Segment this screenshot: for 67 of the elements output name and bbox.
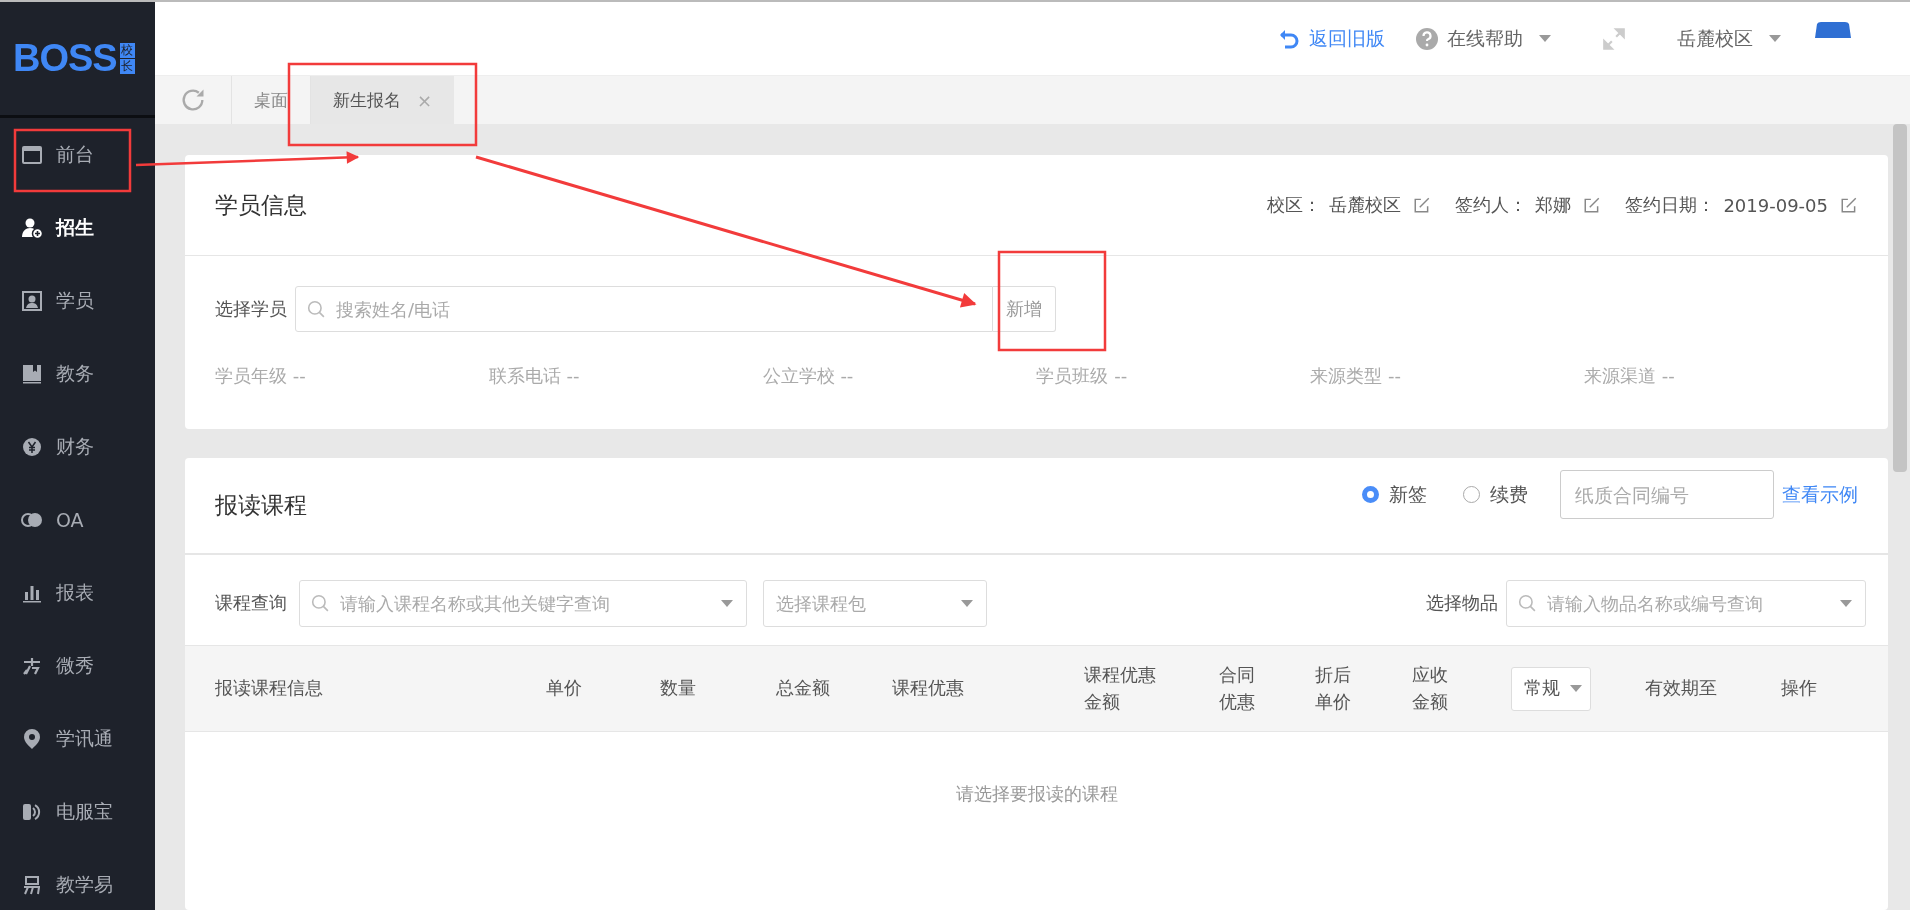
column-header: 课程优惠 <box>892 677 964 699</box>
sidebar-item[interactable]: OA <box>0 483 155 556</box>
sidebar-item[interactable]: 微秀 <box>0 629 155 702</box>
info-text: 学员班级 -- <box>1036 364 1129 388</box>
caret-icon <box>1840 599 1852 607</box>
meta-value: 2019-09-05 <box>1723 194 1828 216</box>
sidebar-item[interactable]: 教学易 <box>0 848 155 910</box>
field-label: 选择学员 <box>215 297 287 321</box>
column-header: 总金额 <box>776 677 830 699</box>
section-title: 学员信息 <box>215 190 307 220</box>
caret-icon <box>961 599 973 607</box>
course-search-field[interactable]: 请输入课程名称或其他关键字查询 <box>299 579 747 627</box>
type-select[interactable]: 常规 <box>1511 666 1591 711</box>
meta-label: 签约人： <box>1455 193 1528 217</box>
column-header: 课程优惠 金额 <box>1084 664 1156 712</box>
column-header: 单价 <box>546 677 582 699</box>
column-header: 数量 <box>660 677 696 699</box>
column-header: 报读课程信息 <box>215 677 323 699</box>
edit-icon[interactable] <box>1840 196 1858 214</box>
column-header: 折后 单价 <box>1315 664 1351 712</box>
meta-value: 岳麓校区 <box>1329 193 1402 217</box>
sidebar-item[interactable]: 财务 <box>0 410 155 483</box>
empty-message: 请选择要报读的课程 <box>954 782 1119 806</box>
info-text: 来源类型 -- <box>1310 364 1403 388</box>
edit-icon[interactable] <box>1583 196 1602 214</box>
portrait-icon <box>20 288 44 313</box>
sidebar-item[interactable]: 教务 <box>0 337 155 410</box>
info-text: 联系电话 -- <box>488 364 581 388</box>
column-header: 有效期至 <box>1645 677 1717 699</box>
tab[interactable]: 新生报名 × <box>310 76 455 124</box>
sidebar-item[interactable]: 招生 <box>0 191 155 264</box>
meta-label: 校区： <box>1267 193 1322 217</box>
back-link[interactable]: 返回旧版 <box>1277 25 1385 52</box>
goods-search-field[interactable]: 请输入物品名称或编号查询 <box>1506 579 1866 627</box>
search-field[interactable]: 搜索姓名/电话 <box>295 286 993 332</box>
info-text: 学员年级 -- <box>215 364 307 388</box>
column-header: 应收 金额 <box>1412 664 1448 712</box>
caret-icon <box>1539 35 1551 42</box>
contract-field[interactable]: 纸质合同编号 <box>1560 470 1774 519</box>
package-select[interactable]: 选择课程包 <box>763 579 987 627</box>
field-label: 课程查询 <box>215 591 287 615</box>
caret-icon <box>1769 35 1781 42</box>
help-icon <box>1415 26 1439 51</box>
radio-option[interactable]: 新签 <box>1362 481 1427 508</box>
campus-menu[interactable]: 岳麓校区 <box>1677 25 1781 52</box>
help-menu[interactable]: 在线帮助 <box>1415 25 1551 52</box>
sidebar-item[interactable]: 报表 <box>0 556 155 629</box>
sidebar-item[interactable]: 电服宝 <box>0 775 155 848</box>
field-label: 选择物品 <box>1426 591 1498 615</box>
sidebar-item[interactable]: 学讯通 <box>0 702 155 775</box>
column-header: 合同 优惠 <box>1219 664 1255 712</box>
search-icon <box>311 593 329 612</box>
section-title: 报读课程 <box>215 491 307 520</box>
column-header: 操作 <box>1781 677 1817 699</box>
info-text: 来源渠道 -- <box>1584 364 1676 388</box>
caret-icon <box>1570 685 1582 692</box>
sidebar-item[interactable]: 前台 <box>0 118 155 191</box>
meta-value: 郑娜 <box>1535 193 1572 217</box>
search-icon <box>1518 593 1536 612</box>
caret-icon <box>721 599 733 607</box>
radio-option[interactable]: 续费 <box>1463 481 1528 508</box>
meta-label: 签约日期： <box>1625 193 1716 217</box>
search-icon <box>307 300 325 318</box>
edit-icon[interactable] <box>1413 196 1432 214</box>
example-link[interactable]: 查看示例 <box>1782 481 1858 508</box>
sidebar-item[interactable]: 学员 <box>0 264 155 337</box>
info-text: 公立学校 -- <box>762 364 855 388</box>
